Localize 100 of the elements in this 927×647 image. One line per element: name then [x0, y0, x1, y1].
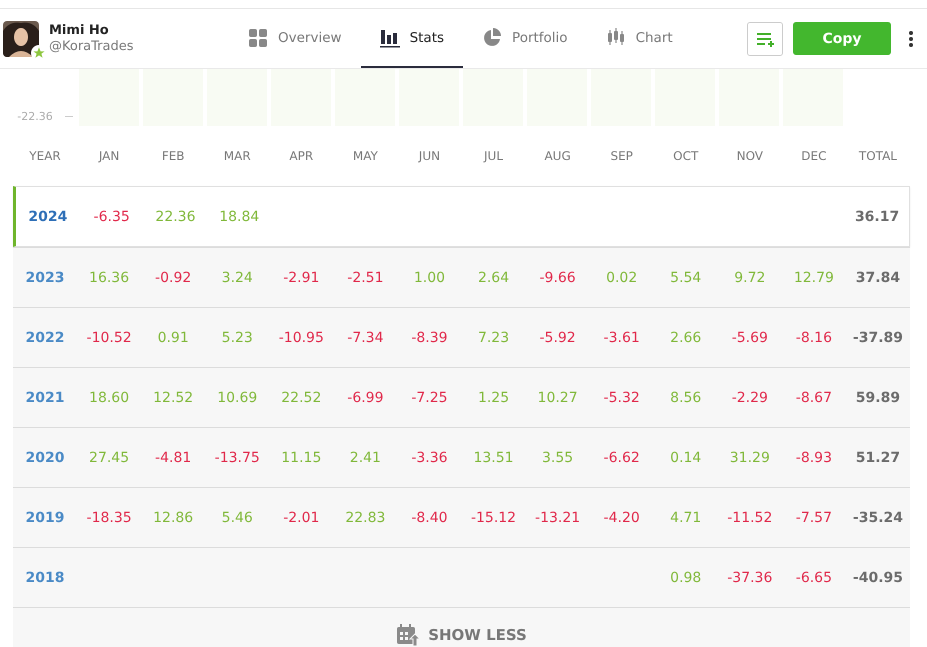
grid-icon	[248, 28, 268, 48]
table-cell: -6.65	[796, 570, 832, 586]
table-cell: -6.35	[94, 208, 130, 224]
table-cell: -3.61	[604, 330, 640, 346]
table-cell: -0.92	[155, 270, 192, 286]
table-cell: 8.56	[670, 390, 702, 406]
total-cell: -40.95	[852, 570, 903, 586]
column-header: JUL	[484, 149, 504, 163]
year-cell: 2019	[26, 510, 65, 526]
table-cell: 0.91	[158, 330, 189, 346]
column-header: SEP	[610, 149, 633, 163]
copy-button[interactable]: Copy	[793, 22, 891, 55]
pie-chart-icon	[482, 28, 502, 48]
total-cell: 51.27	[856, 450, 900, 466]
table-cell: -18.35	[86, 510, 132, 526]
year-cell: 2018	[26, 570, 65, 586]
bar-background	[463, 69, 523, 126]
table-cell: -13.75	[214, 450, 260, 466]
tab[interactable]: Portfolio	[463, 9, 587, 68]
total-cell: 37.84	[856, 270, 900, 286]
star-icon	[31, 44, 47, 60]
column-header: DEC	[801, 149, 826, 163]
table-cell: 13.51	[473, 450, 514, 466]
column-header: MAR	[224, 149, 251, 163]
table-cell: 0.02	[606, 270, 638, 286]
table-cell: -5.32	[604, 390, 640, 406]
table-cell: -2.91	[283, 270, 320, 286]
table-cell: -37.36	[727, 570, 772, 586]
table-cell: 12.52	[153, 390, 194, 406]
column-header: NOV	[736, 149, 764, 163]
tab[interactable]: Overview	[229, 9, 361, 68]
table-cell: 5.54	[670, 270, 702, 286]
table-cell: 0.14	[670, 450, 702, 466]
table-row[interactable]: 2024 -6.35 22.36 18.84 36.17	[13, 186, 910, 247]
user-name: Mimi Ho	[49, 23, 110, 38]
table-cell: -8.40	[411, 510, 448, 526]
tick-mark	[64, 116, 73, 117]
table-cell: 11.15	[281, 450, 322, 466]
table-cell: -11.52	[727, 510, 772, 526]
bar-background	[399, 69, 459, 126]
table-cell: 18.84	[219, 208, 260, 224]
table-cell: -6.62	[604, 450, 640, 466]
show-less-button[interactable]: SHOW LESS	[396, 622, 527, 647]
year-cell: 2022	[26, 330, 65, 346]
table-cell: -5.69	[732, 330, 768, 346]
table-cell: 2.64	[478, 270, 510, 286]
column-header: TOTAL	[858, 149, 897, 163]
table-cell: -7.34	[347, 330, 384, 346]
table-row[interactable]: 2018 0.98 -37.36 -6.65 -40.95	[13, 547, 910, 607]
more-icon[interactable]	[907, 30, 915, 46]
table-cell: 1.00	[414, 270, 446, 286]
table-cell: -8.16	[796, 330, 832, 346]
avatar	[3, 20, 39, 56]
column-header: YEAR	[29, 149, 61, 163]
table-cell: 12.79	[794, 270, 834, 286]
column-header: FEB	[162, 149, 185, 163]
table-cell: 2.41	[350, 450, 381, 466]
table-cell: 5.23	[222, 330, 253, 346]
total-cell: 59.89	[856, 390, 900, 406]
add-to-list-button[interactable]	[747, 22, 783, 56]
table-cell: -15.12	[470, 510, 516, 526]
tab[interactable]: Chart	[586, 9, 692, 68]
table-cell: -7.57	[796, 510, 832, 526]
year-cell: 2020	[26, 450, 65, 466]
table-cell: -9.66	[539, 270, 576, 286]
table-cell: -2.01	[283, 510, 320, 526]
table-row[interactable]: 2019 -18.35 12.86 5.46 -2.01 22.83 -8.40 -15.12 -13.21 -4.20 4.71 -11.52 -7.57 -35.24	[13, 487, 910, 547]
column-header: AUG	[544, 149, 571, 163]
table-cell: 22.36	[155, 208, 196, 224]
year-cell: 2024	[28, 208, 68, 224]
table-cell: -3.36	[411, 450, 448, 466]
total-cell: -35.24	[852, 510, 903, 526]
table-cell: 0.98	[670, 570, 702, 586]
column-header: JAN	[98, 149, 120, 163]
table-cell: 16.36	[89, 270, 130, 286]
table-cell: 5.46	[222, 510, 253, 526]
table-row[interactable]: 2022 -10.52 0.91 5.23 -10.95 -7.34 -8.39 7.23 -5.92 -3.61 2.66 -5.69 -8.16 -37.89	[13, 307, 910, 367]
candlestick-icon	[606, 28, 626, 48]
table-cell: -4.81	[155, 450, 192, 466]
year-cell: 2021	[26, 390, 65, 406]
column-header: APR	[289, 149, 314, 163]
table-cell: -10.52	[86, 330, 132, 346]
table-cell: -4.20	[604, 510, 640, 526]
table-row[interactable]: 2023 16.36 -0.92 3.24 -2.91 -2.51 1.00 2.64 -9.66 0.02 5.54 9.72 12.79 37.84	[13, 247, 910, 307]
table-row[interactable]: 2021 18.60 12.52 10.69 22.52 -6.99 -7.25 1.25 10.27 -5.32 8.56 -2.29 -8.67 59.89	[13, 367, 910, 427]
table-cell: -5.92	[539, 330, 576, 346]
table-cell: -2.51	[347, 270, 384, 286]
column-header: MAY	[352, 149, 378, 163]
table-cell: -7.25	[411, 390, 448, 406]
total-cell: -37.89	[852, 330, 903, 346]
table-cell: -8.67	[796, 390, 832, 406]
table-cell: -8.93	[796, 450, 832, 466]
table-cell: 22.83	[345, 510, 386, 526]
table-cell: 12.86	[153, 510, 194, 526]
table-cell: 2.66	[670, 330, 702, 346]
table-cell: -2.29	[732, 390, 768, 406]
column-header: JUN	[418, 149, 440, 163]
table-row[interactable]: 2020 27.45 -4.81 -13.75 11.15 2.41 -3.36 13.51 3.55 -6.62 0.14 31.29 -8.93 51.27	[13, 427, 910, 487]
username: @KoraTrades	[49, 39, 134, 54]
table-cell: 27.45	[89, 450, 130, 466]
